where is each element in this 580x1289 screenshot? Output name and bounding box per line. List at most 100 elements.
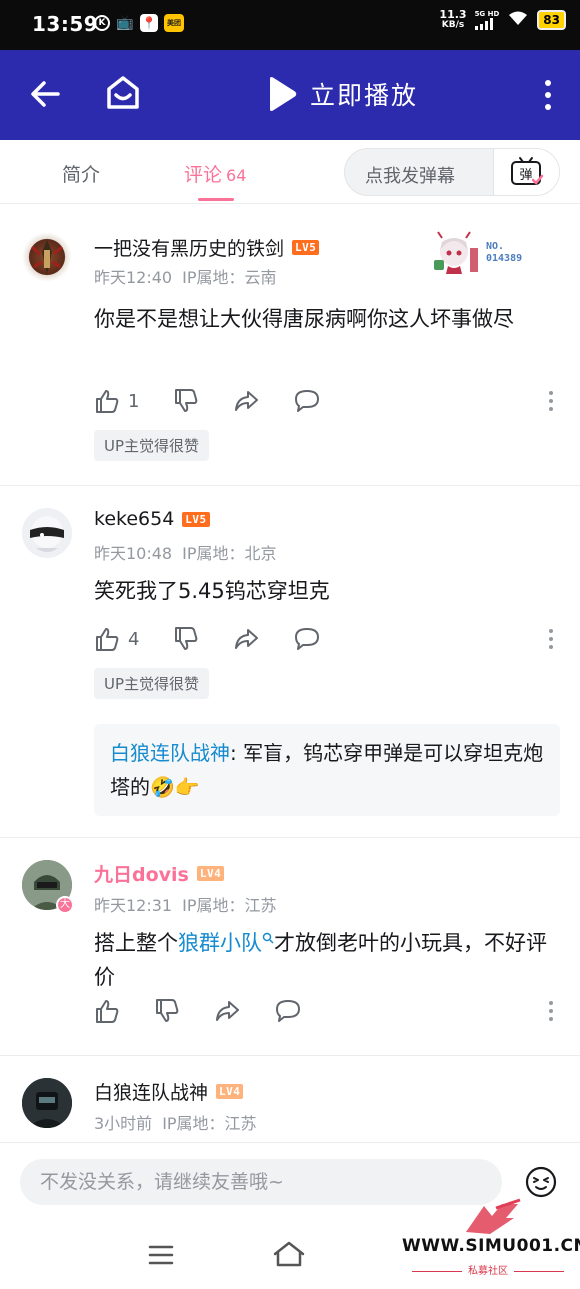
comment-ip: IP属地：云南: [182, 268, 277, 287]
avatar[interactable]: [22, 508, 72, 558]
back-arrow-icon[interactable]: [28, 76, 64, 112]
dislike-button[interactable]: [173, 626, 199, 652]
net-speed: 11.3 KB/s: [439, 8, 467, 30]
comment-more-icon[interactable]: [548, 390, 554, 412]
notification-icons: K 📺 📍 美团: [94, 14, 184, 32]
share-button[interactable]: [233, 388, 259, 414]
danmaku-toggle-button[interactable]: 弹: [493, 149, 559, 195]
comment-meta: 3小时前 IP属地：江苏: [94, 1110, 257, 1134]
signal-icon: 5G HD: [474, 10, 499, 30]
nav-home-icon[interactable]: [272, 1240, 306, 1268]
map-pin-icon: 📍: [140, 14, 158, 32]
svg-text:弹: 弹: [519, 168, 532, 183]
danmaku-placeholder: 点我发弹幕: [365, 166, 455, 187]
comment-actions: 4: [94, 626, 355, 652]
tab-bar: 简介 评论 64 点我发弹幕 弹: [0, 140, 580, 204]
thumbs-down-icon: [175, 627, 198, 650]
comment-username[interactable]: 一把没有黑历史的铁剑 LV5: [94, 234, 320, 261]
danmaku-icon: 弹: [510, 157, 543, 185]
comment-item: 大 九日dovis LV4 昨天12:31 IP属地：江苏 搭上整个狼群小队 才放倒…: [0, 838, 580, 1056]
thumbs-up-icon: [96, 1000, 119, 1023]
comment-ip: IP属地：江苏: [182, 896, 277, 915]
status-bar: 13:59 K 📺 📍 美团 11.3 KB/s 5G HD 83: [0, 0, 580, 50]
reply-username[interactable]: 白狼连队战神: [110, 741, 230, 765]
share-icon: [235, 629, 259, 649]
tab-active-indicator: [198, 198, 234, 201]
tab-comments-label: 评论: [184, 164, 223, 186]
tab-intro[interactable]: 简介: [62, 160, 100, 187]
comment-more-icon[interactable]: [548, 628, 554, 650]
comment-input[interactable]: 不发没关系，请继续友善哦~: [20, 1159, 502, 1205]
status-right: 11.3 KB/s 5G HD 83: [439, 8, 566, 30]
comment-username[interactable]: 九日dovis LV4: [94, 860, 225, 887]
like-button[interactable]: [94, 998, 120, 1024]
dislike-button[interactable]: [173, 388, 199, 414]
play-now-button[interactable]: 立即播放: [266, 76, 418, 112]
comment-item: 白狼连队战神 LV4 3小时前 IP属地：江苏: [0, 1056, 580, 1146]
watermark-logo-icon: [466, 1198, 521, 1234]
video-header: 立即播放: [0, 50, 580, 140]
menu-icon[interactable]: [148, 1244, 174, 1266]
tab-comments-count: 64: [226, 166, 247, 185]
like-count: 4: [128, 628, 140, 650]
watermark: WWW.SIMU001.CN 私募社区: [400, 1198, 580, 1286]
fan-badge-number: NO. 014389: [486, 241, 523, 264]
comment-meta: 昨天12:31 IP属地：江苏: [94, 892, 277, 916]
comment-ip: IP属地：北京: [182, 544, 277, 563]
avatar-big-member-badge: 大: [56, 896, 74, 914]
reply-button[interactable]: [274, 998, 302, 1024]
comment-list: 一把没有黑历史的铁剑 LV5 昨天12:40 IP属地：云南 NO. 014389…: [0, 212, 580, 1146]
thumbs-down-icon: [156, 999, 179, 1022]
thumbs-down-icon: [175, 389, 198, 412]
avatar[interactable]: [22, 232, 72, 282]
dislike-button[interactable]: [154, 998, 180, 1024]
reply-preview[interactable]: 白狼连队战神: 军盲，钨芯穿甲弹是可以穿坦克炮塔的🤣👉: [94, 724, 560, 816]
comment-username[interactable]: 白狼连队战神 LV4: [94, 1078, 244, 1105]
comment-bubble-icon: [295, 628, 320, 650]
tab-comments[interactable]: 评论 64: [184, 160, 246, 187]
level-badge: LV5: [292, 240, 320, 255]
like-count: 1: [128, 390, 140, 412]
watermark-text: WWW.SIMU001.CN: [402, 1236, 580, 1256]
more-options-icon[interactable]: [536, 78, 560, 112]
share-button[interactable]: [233, 626, 259, 652]
level-badge: LV5: [182, 511, 210, 527]
tv-app-icon: 📺: [116, 15, 134, 31]
up-liked-badge: UP主觉得很赞: [94, 668, 210, 699]
up-liked-badge: UP主觉得很赞: [94, 430, 210, 461]
avatar[interactable]: [22, 1078, 72, 1128]
level-badge: LV4: [216, 1084, 244, 1099]
play-icon: [270, 77, 297, 111]
comment-more-icon[interactable]: [548, 1000, 554, 1022]
comment-actions: 1: [94, 388, 355, 414]
comment-content: 搭上整个狼群小队 才放倒老叶的小玩具，不好评价: [94, 931, 547, 989]
danmaku-input[interactable]: 点我发弹幕 弹: [344, 148, 560, 196]
like-button[interactable]: 4: [94, 626, 139, 652]
battery-indicator: 83: [537, 10, 566, 30]
watermark-subtext: 私募社区: [400, 1262, 576, 1277]
comment-bubble-icon: [276, 1000, 300, 1022]
emoji-icon[interactable]: [524, 1165, 558, 1199]
thumbs-up-icon: [96, 390, 119, 413]
search-icon: [262, 932, 274, 944]
fan-badge[interactable]: NO. 014389: [430, 230, 522, 276]
comment-item: 一把没有黑历史的铁剑 LV5 昨天12:40 IP属地：云南 NO. 014389…: [0, 212, 580, 486]
share-icon: [235, 391, 259, 411]
comment-time: 昨天12:40: [94, 268, 173, 287]
thumbs-up-icon: [96, 628, 119, 651]
like-button[interactable]: 1: [94, 388, 139, 414]
level-badge: LV4: [196, 866, 225, 881]
reply-button[interactable]: [293, 626, 321, 652]
share-button[interactable]: [214, 998, 240, 1024]
comment-bubble-icon: [295, 390, 320, 412]
meituan-icon: 美团: [164, 14, 184, 32]
topic-link[interactable]: 狼群小队: [178, 931, 274, 955]
play-now-label: 立即播放: [310, 81, 419, 110]
comment-content: 你是不是想让大伙得唐尿病啊你这人坏事做尽: [94, 307, 514, 331]
home-icon[interactable]: [104, 74, 142, 112]
wifi-icon: [507, 10, 529, 30]
comment-username[interactable]: keke654 LV5: [94, 508, 210, 530]
reply-button[interactable]: [293, 388, 321, 414]
comment-item: keke654 LV5 昨天10:48 IP属地：北京 笑死我了5.45钨芯穿坦克…: [0, 486, 580, 838]
comment-actions: [94, 998, 336, 1024]
